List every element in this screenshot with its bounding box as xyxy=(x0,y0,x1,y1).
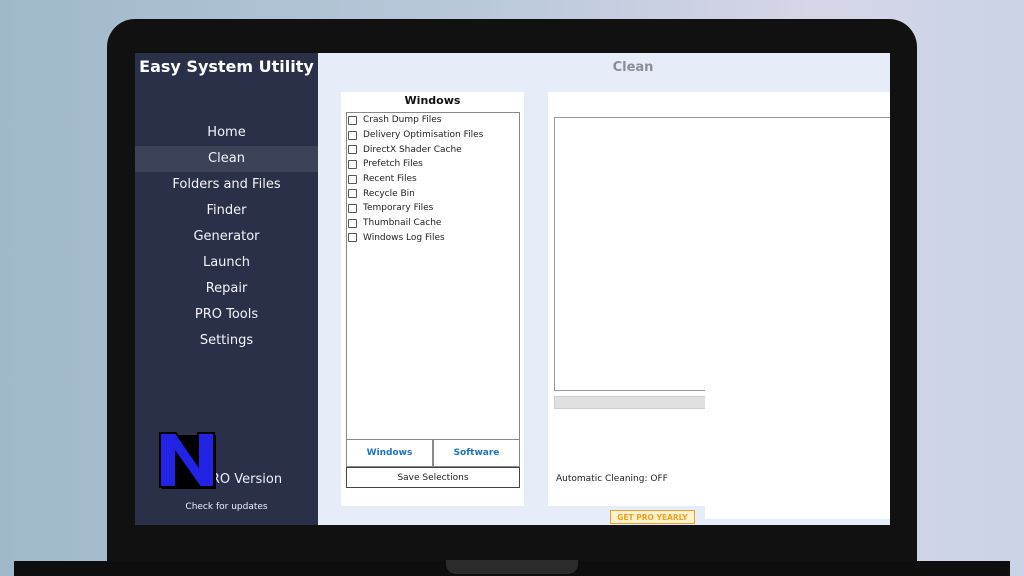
checkbox[interactable] xyxy=(348,233,357,243)
sidebar-item-pro-tools[interactable]: PRO Tools xyxy=(135,302,318,328)
automatic-cleaning-status: Automatic Cleaning: OFF xyxy=(556,474,668,484)
checkbox[interactable] xyxy=(348,159,357,169)
checkbox[interactable] xyxy=(348,189,357,199)
sidebar-item-finder[interactable]: Finder xyxy=(135,198,318,224)
sidebar: Easy System Utility Home Clean Folders a… xyxy=(135,53,318,525)
list-item-label: Delivery Optimisation Files xyxy=(363,130,484,141)
laptop-notch xyxy=(446,560,578,574)
list-item[interactable]: Crash Dump Files xyxy=(347,113,519,128)
list-item-label: Windows Log Files xyxy=(363,232,445,243)
list-item-label: Crash Dump Files xyxy=(363,115,442,126)
overlay-panel xyxy=(705,373,890,519)
windows-panel: Windows Crash Dump Files Delivery Optimi… xyxy=(341,92,524,506)
checkbox[interactable] xyxy=(348,203,357,213)
sidebar-item-clean[interactable]: Clean xyxy=(135,146,318,172)
sidebar-item-settings[interactable]: Settings xyxy=(135,328,318,354)
sidebar-item-repair[interactable]: Repair xyxy=(135,276,318,302)
list-item[interactable]: Temporary Files xyxy=(347,201,519,216)
sidebar-item-folders-and-files[interactable]: Folders and Files xyxy=(135,172,318,198)
category-tabs: Windows Software xyxy=(346,439,520,467)
progress-bar xyxy=(554,396,708,409)
list-item-label: Prefetch Files xyxy=(363,159,423,170)
list-item[interactable]: Windows Log Files xyxy=(347,231,519,246)
n-logo-icon xyxy=(159,432,216,489)
sidebar-item-home[interactable]: Home xyxy=(135,120,318,146)
pro-version-text: RO Version xyxy=(210,472,283,487)
checkbox[interactable] xyxy=(348,145,357,155)
list-item[interactable]: Recent Files xyxy=(347,172,519,187)
list-item[interactable]: Recycle Bin xyxy=(347,186,519,201)
list-item-label: Thumbnail Cache xyxy=(363,218,442,229)
get-pro-yearly-button[interactable]: GET PRO YEARLY xyxy=(610,510,695,524)
tab-software[interactable]: Software xyxy=(433,439,520,467)
app-window: Easy System Utility Home Clean Folders a… xyxy=(135,53,890,525)
list-item[interactable]: Thumbnail Cache xyxy=(347,216,519,231)
sidebar-item-launch[interactable]: Launch xyxy=(135,250,318,276)
checkbox[interactable] xyxy=(348,130,357,140)
list-item[interactable]: Delivery Optimisation Files xyxy=(347,128,519,143)
clean-items-list: Crash Dump Files Delivery Optimisation F… xyxy=(346,112,520,440)
list-item-label: Recent Files xyxy=(363,174,417,185)
list-item[interactable]: Prefetch Files xyxy=(347,157,519,172)
list-item-label: DirectX Shader Cache xyxy=(363,144,462,155)
check-for-updates-link[interactable]: Check for updates xyxy=(135,502,318,512)
checkbox[interactable] xyxy=(348,218,357,228)
clean-output-box xyxy=(554,117,890,391)
windows-panel-heading: Windows xyxy=(404,94,461,107)
list-item[interactable]: DirectX Shader Cache xyxy=(347,142,519,157)
page-title: Clean xyxy=(612,60,654,75)
list-item-label: Temporary Files xyxy=(363,203,434,214)
sidebar-item-generator[interactable]: Generator xyxy=(135,224,318,250)
app-title: Easy System Utility xyxy=(139,57,314,76)
checkbox[interactable] xyxy=(348,115,357,125)
checkbox[interactable] xyxy=(348,174,357,184)
save-selections-button[interactable]: Save Selections xyxy=(346,467,520,488)
list-item-label: Recycle Bin xyxy=(363,188,415,199)
tab-windows[interactable]: Windows xyxy=(346,439,433,467)
sidebar-nav: Home Clean Folders and Files Finder Gene… xyxy=(135,120,318,354)
